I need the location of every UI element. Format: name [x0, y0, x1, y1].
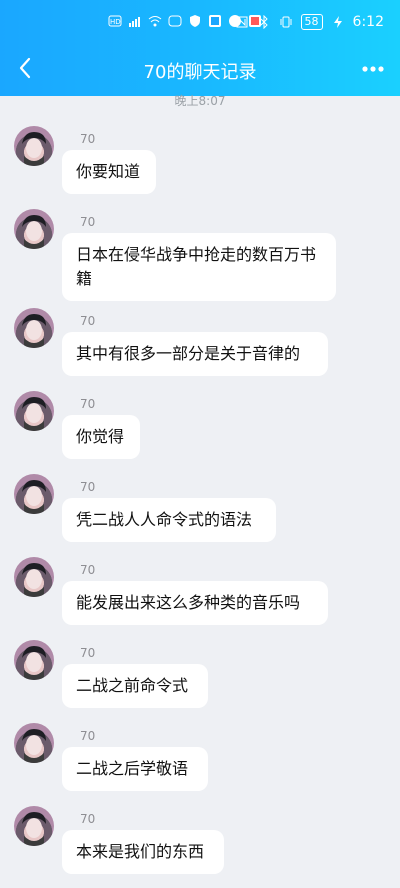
sender-name: 70: [80, 314, 96, 328]
message-bubble[interactable]: 本来是我们的东西: [62, 830, 224, 874]
page-title: 70的聊天记录: [143, 62, 257, 83]
nfc-icon: [235, 15, 249, 29]
app-icon: [168, 14, 182, 28]
avatar[interactable]: [14, 126, 54, 166]
shield-icon: [188, 14, 202, 28]
avatar[interactable]: [14, 474, 54, 514]
wifi-icon: [148, 14, 162, 28]
message-bubble[interactable]: 日本在侵华战争中抢走的数百万书籍: [62, 233, 336, 301]
avatar[interactable]: [14, 308, 54, 348]
message-bubble[interactable]: 凭二战人人命令式的语法: [62, 498, 276, 542]
header-bar: HD 58 6:12 70的聊天记录: [0, 0, 400, 96]
avatar[interactable]: [14, 557, 54, 597]
message-bubble[interactable]: 其中有很多一部分是关于音律的: [62, 332, 328, 376]
avatar[interactable]: [14, 806, 54, 846]
sender-name: 70: [80, 397, 96, 411]
svg-text:HD: HD: [110, 18, 121, 26]
sender-name: 70: [80, 563, 96, 577]
timestamp-divider: 晚上8:07: [174, 94, 226, 108]
status-bar: HD 58 6:12: [0, 0, 400, 44]
more-button[interactable]: [360, 60, 386, 78]
hd-icon: HD: [108, 14, 122, 28]
sender-name: 70: [80, 132, 96, 146]
avatar[interactable]: [14, 723, 54, 763]
sender-name: 70: [80, 729, 96, 743]
avatar[interactable]: [14, 391, 54, 431]
charging-icon: [331, 15, 345, 29]
sender-name: 70: [80, 646, 96, 660]
nav-bar: 70的聊天记录: [0, 44, 400, 96]
app-icon: [208, 14, 222, 28]
signal-icon: [128, 14, 142, 28]
vibrate-icon: [279, 15, 293, 29]
avatar[interactable]: [14, 209, 54, 249]
sender-name: 70: [80, 480, 96, 494]
status-right: 58 6:12: [235, 14, 384, 30]
battery-indicator: 58: [300, 14, 323, 30]
message-bubble[interactable]: 二战之后学敬语: [62, 747, 208, 791]
message-bubble[interactable]: 二战之前命令式: [62, 664, 208, 708]
bluetooth-icon: [257, 14, 271, 30]
message-bubble[interactable]: 你觉得: [62, 415, 140, 459]
sender-name: 70: [80, 812, 96, 826]
sender-name: 70: [80, 215, 96, 229]
message-bubble[interactable]: 能发展出来这么多种类的音乐吗: [62, 581, 328, 625]
message-bubble[interactable]: 你要知道: [62, 150, 156, 194]
avatar[interactable]: [14, 640, 54, 680]
more-dots-icon: [362, 66, 384, 72]
status-time: 6:12: [352, 14, 384, 30]
